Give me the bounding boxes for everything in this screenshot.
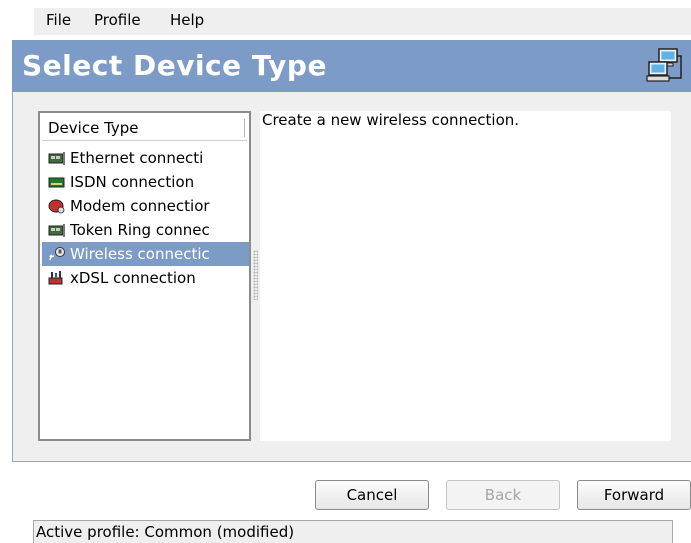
column-header-device-type[interactable]: Device Type: [42, 115, 247, 141]
status-text: Active profile: Common (modified): [36, 523, 295, 541]
device-type-list[interactable]: Device Type Ethernet connecti ISDN conne…: [38, 111, 251, 441]
list-item-modem[interactable]: Modem connectior: [42, 194, 249, 218]
network-computers-icon: [646, 48, 682, 82]
ethernet-card-icon: [48, 152, 65, 165]
list-item-label: Token Ring connec: [70, 221, 210, 239]
forward-button[interactable]: Forward: [577, 480, 691, 510]
page-header: Select Device Type: [12, 40, 691, 92]
list-item-label: ISDN connection: [70, 173, 195, 191]
pane-splitter-handle[interactable]: [253, 250, 258, 300]
wireless-icon: [49, 247, 65, 261]
menu-file[interactable]: File: [46, 11, 71, 29]
list-item-wireless[interactable]: Wireless connectic: [42, 242, 249, 266]
list-item-token-ring[interactable]: Token Ring connec: [42, 218, 249, 242]
modem-icon: [48, 199, 65, 214]
description-text: Create a new wireless connection.: [262, 111, 520, 129]
list-item-xdsl[interactable]: xDSL connection: [42, 266, 249, 290]
token-ring-card-icon: [48, 224, 65, 237]
isdn-card-icon: [48, 177, 65, 188]
page-title: Select Device Type: [22, 49, 327, 82]
menu-help[interactable]: Help: [170, 11, 204, 29]
status-bar: Active profile: Common (modified): [33, 520, 673, 543]
menubar: File Profile Help: [34, 8, 691, 35]
list-item-ethernet[interactable]: Ethernet connecti: [42, 146, 249, 170]
list-item-isdn[interactable]: ISDN connection: [42, 170, 249, 194]
menu-profile[interactable]: Profile: [94, 11, 141, 29]
list-item-label: Ethernet connecti: [70, 149, 204, 167]
list-item-label: Modem connectior: [70, 197, 210, 215]
xdsl-icon: [48, 271, 63, 285]
list-item-label: xDSL connection: [70, 269, 196, 287]
column-separator: [244, 119, 245, 137]
description-panel: Create a new wireless connection.: [260, 111, 671, 441]
back-button[interactable]: Back: [446, 480, 560, 510]
add-device-window: File Profile Help Select Device Type Dev…: [0, 0, 691, 543]
column-header-label: Device Type: [48, 119, 139, 137]
cancel-button[interactable]: Cancel: [315, 480, 429, 510]
list-item-label: Wireless connectic: [70, 245, 210, 263]
